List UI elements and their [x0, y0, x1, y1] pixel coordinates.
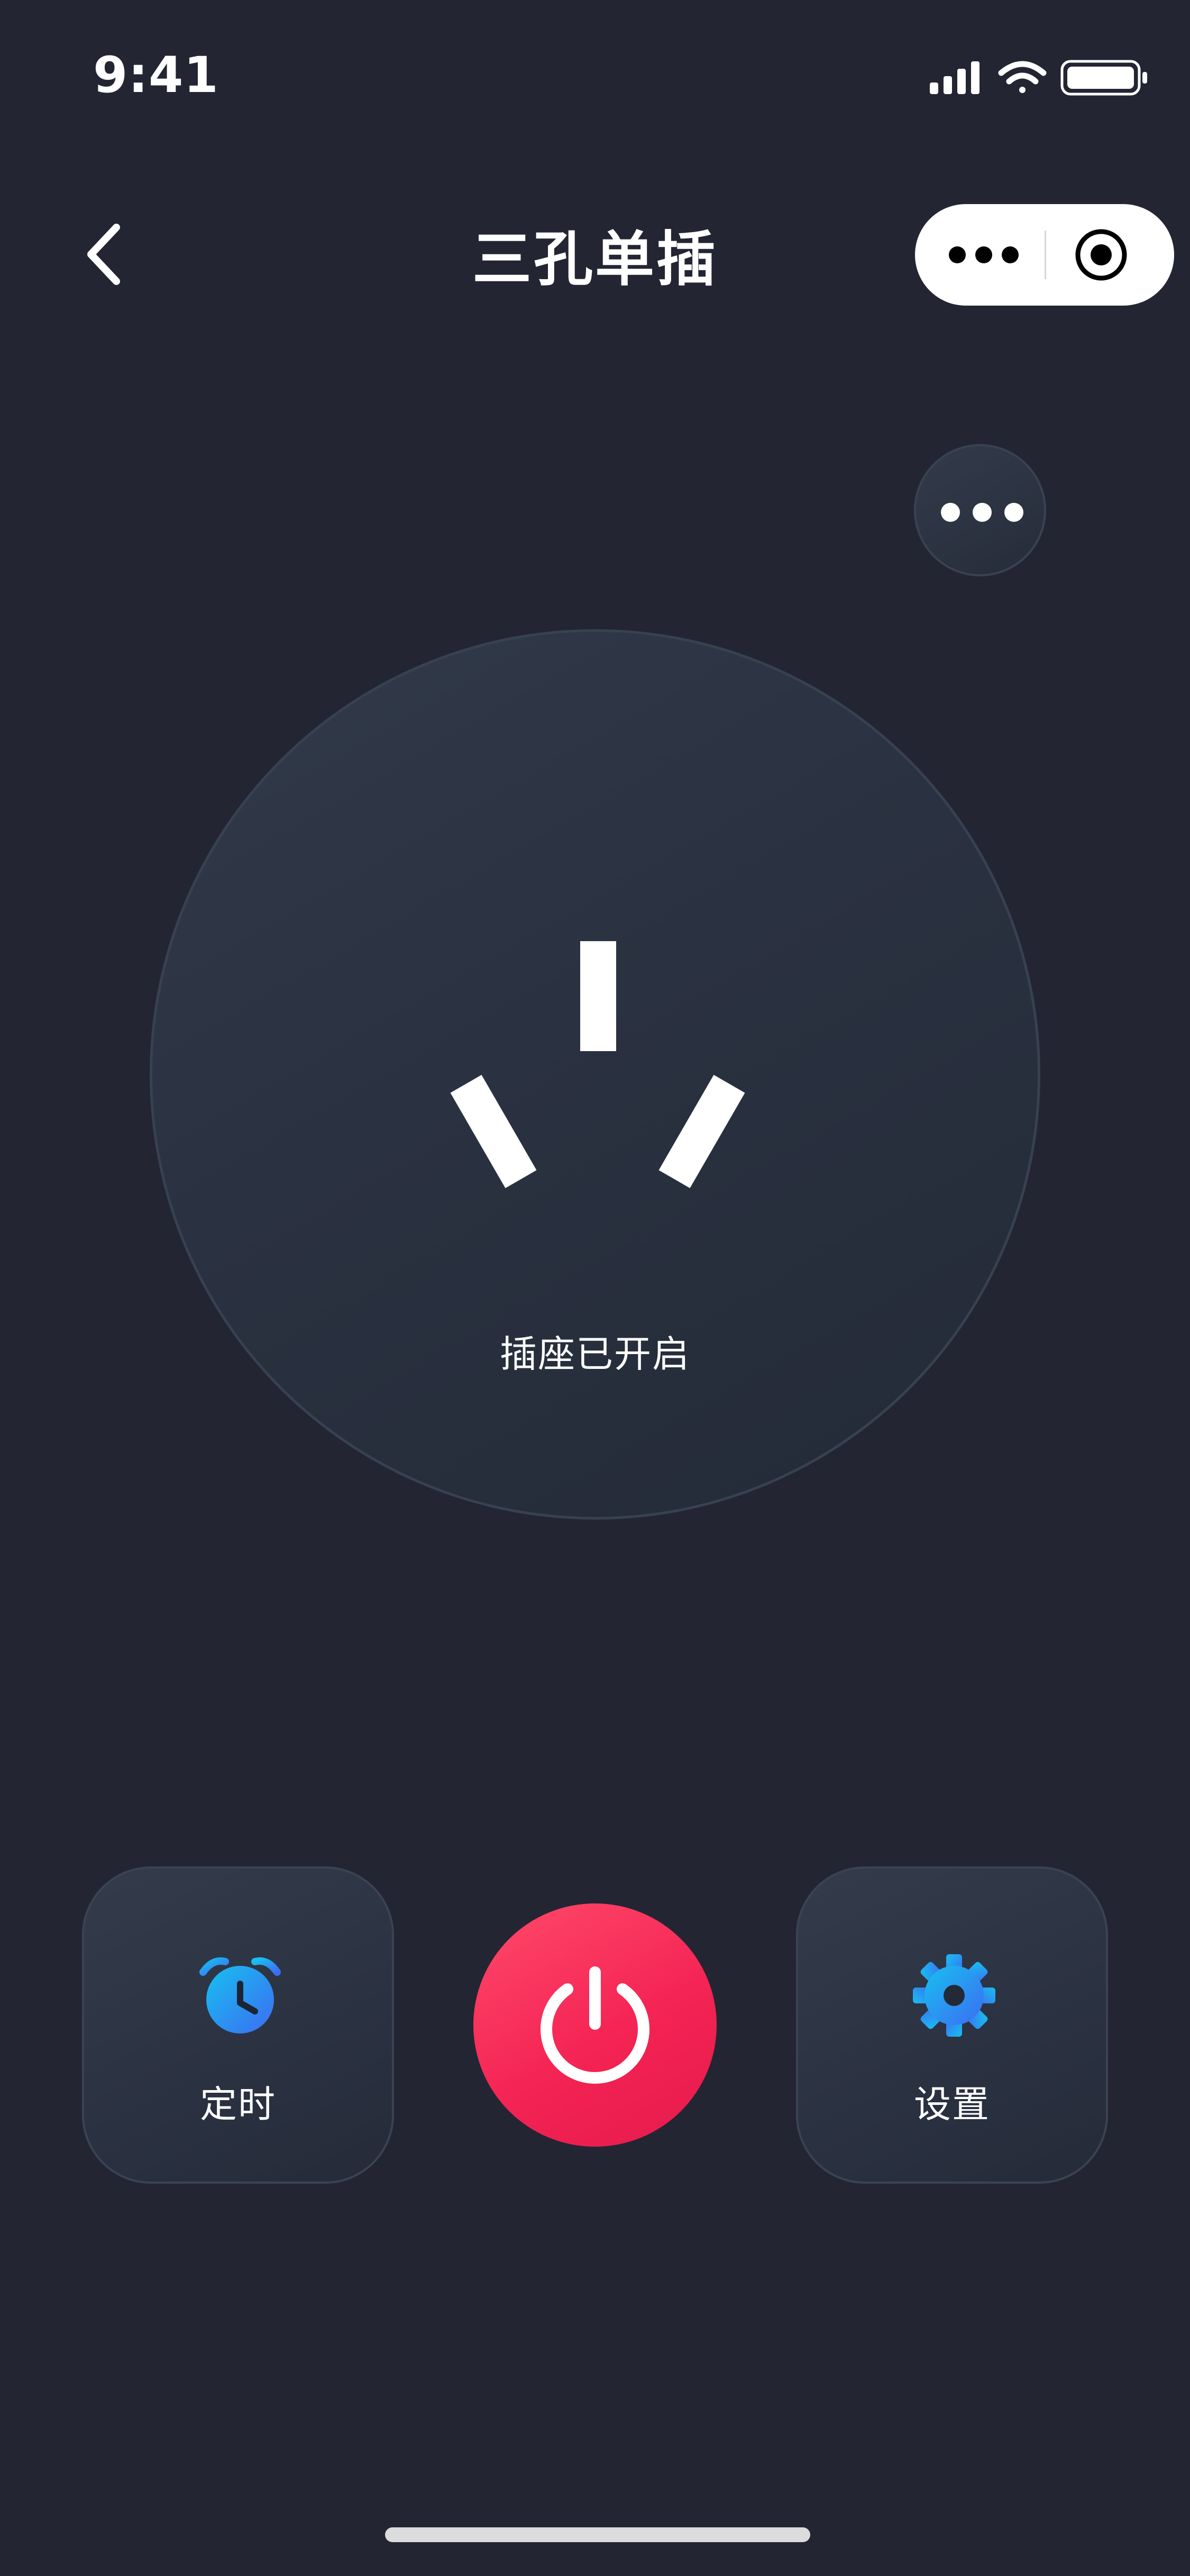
battery-icon	[1060, 60, 1147, 96]
alarm-clock-icon	[199, 1957, 281, 2034]
settings-label: 设置	[914, 2083, 990, 2126]
socket-status: 插座已开启	[500, 1332, 690, 1376]
mini-program-capsule	[915, 204, 1174, 306]
wifi-icon	[998, 61, 1047, 93]
more-dots-icon[interactable]	[947, 236, 1021, 274]
gear-icon	[913, 1954, 995, 2037]
three-pin-socket-icon	[450, 941, 745, 1189]
timer-button[interactable]: 定时	[82, 1866, 394, 2184]
power-icon	[541, 1966, 649, 2084]
target-icon[interactable]	[1074, 227, 1129, 282]
status-time: 9:41	[93, 47, 219, 104]
power-button[interactable]	[473, 1903, 717, 2147]
capsule-divider	[1045, 231, 1046, 279]
signal-icon	[930, 61, 980, 94]
socket-more-button[interactable]	[914, 444, 1046, 576]
home-indicator	[385, 2527, 810, 2542]
settings-button[interactable]: 设置	[796, 1866, 1108, 2184]
more-dots-icon	[941, 503, 1023, 522]
status-icons	[930, 60, 1147, 96]
socket-panel[interactable]: 插座已开启	[150, 629, 1040, 1520]
timer-label: 定时	[200, 2083, 276, 2126]
